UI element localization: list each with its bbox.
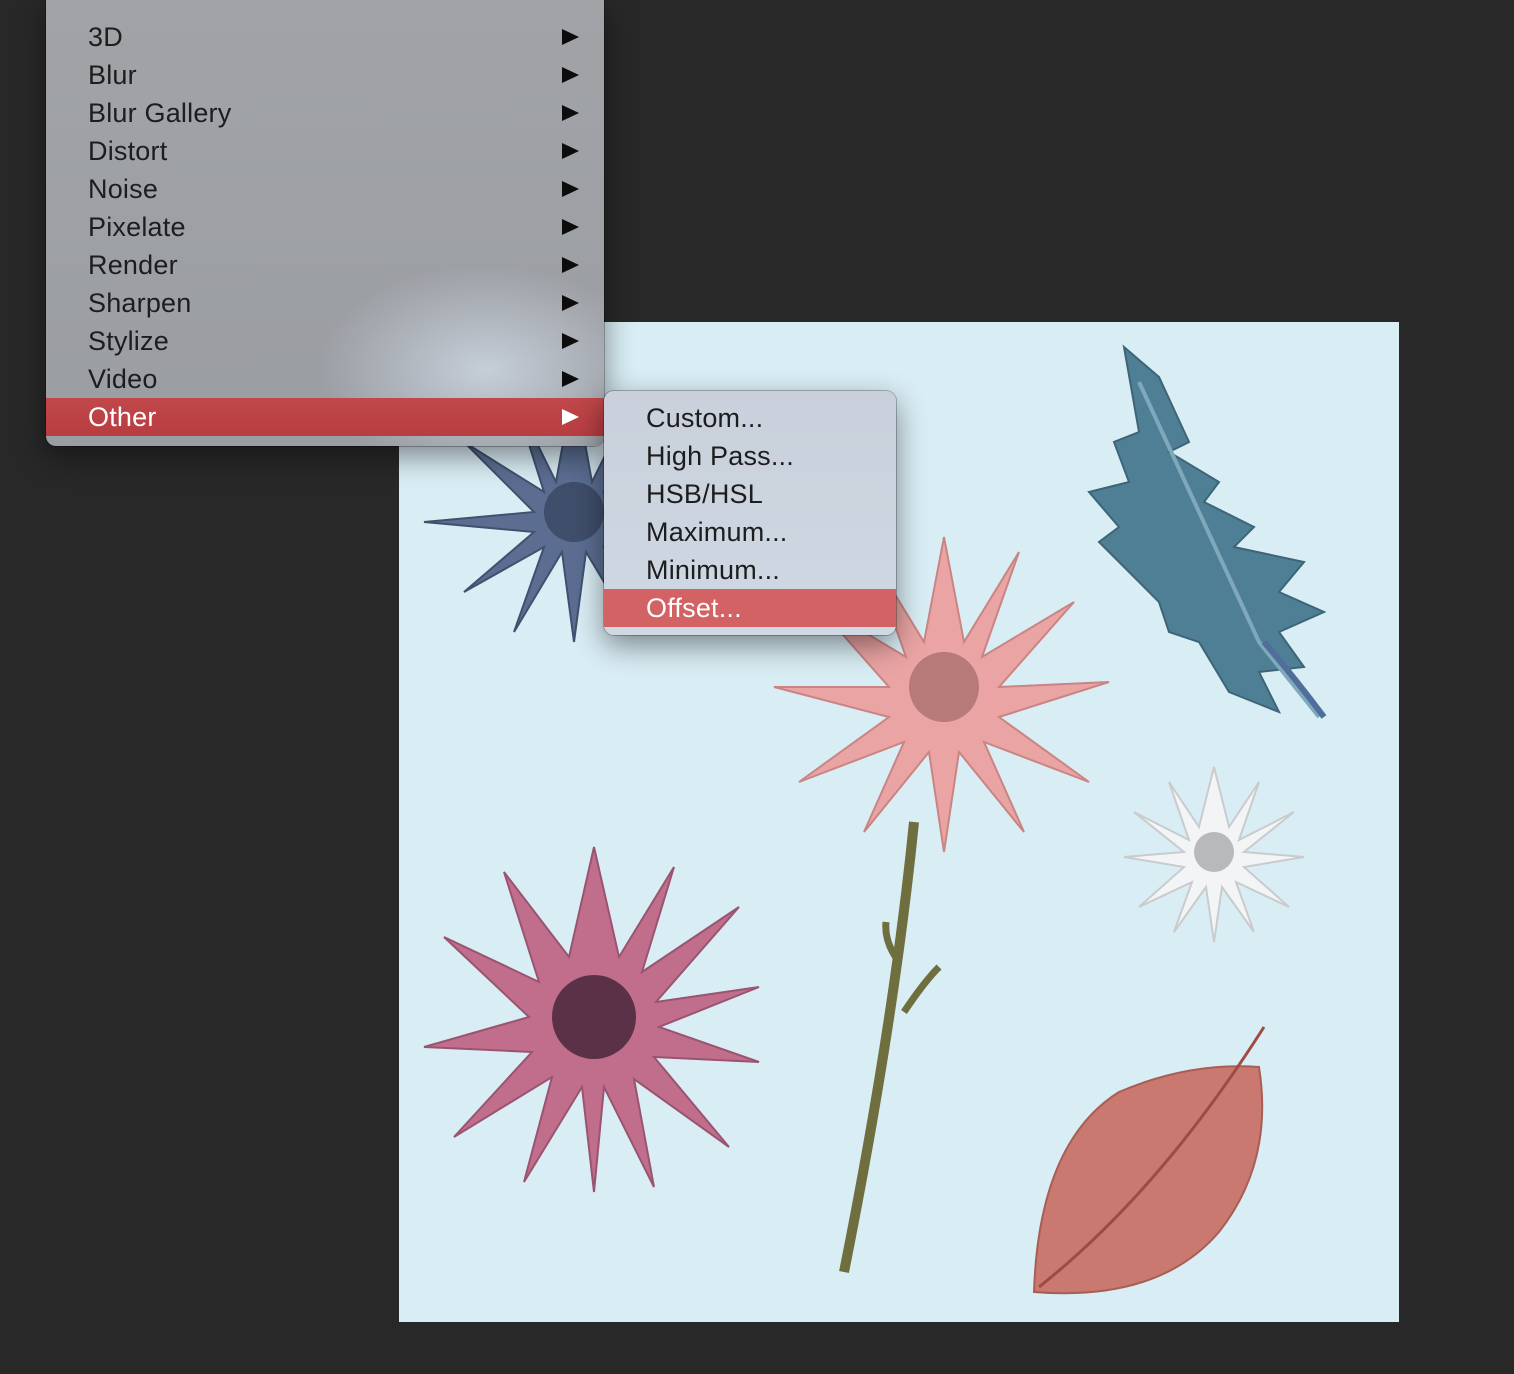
teal-leaf <box>1087 344 1327 719</box>
submenu-item-maximum[interactable]: Maximum... <box>604 513 896 551</box>
submenu-arrow-icon <box>562 132 580 170</box>
submenu-arrow-icon <box>562 246 580 284</box>
menu-item-3d[interactable]: 3D <box>46 18 604 56</box>
submenu-arrow-icon <box>562 18 580 56</box>
menu-item-blur[interactable]: Blur <box>46 56 604 94</box>
document-canvas[interactable] <box>399 322 1399 1322</box>
artwork-image <box>423 344 1327 1295</box>
white-daisy <box>1123 766 1305 943</box>
menu-item-render[interactable]: Render <box>46 246 604 284</box>
menu-item-distort[interactable]: Distort <box>46 132 604 170</box>
magenta-daisy <box>423 846 760 1193</box>
submenu-arrow-icon <box>562 208 580 246</box>
filter-menu: 3D Blur Blur Gallery Distort Noise Pixel… <box>46 0 604 446</box>
submenu-arrow-icon <box>562 398 580 436</box>
submenu-arrow-icon <box>562 360 580 398</box>
menu-item-sharpen[interactable]: Sharpen <box>46 284 604 322</box>
menu-item-noise[interactable]: Noise <box>46 170 604 208</box>
submenu-item-custom[interactable]: Custom... <box>604 399 896 437</box>
pink-chrysanthemum <box>773 536 1110 1273</box>
menu-item-other[interactable]: Other <box>46 398 604 436</box>
submenu-arrow-icon <box>562 56 580 94</box>
submenu-arrow-icon <box>562 284 580 322</box>
submenu-arrow-icon <box>562 170 580 208</box>
submenu-arrow-icon <box>562 94 580 132</box>
menu-item-stylize[interactable]: Stylize <box>46 322 604 360</box>
rust-leaf <box>1032 1026 1266 1295</box>
menu-item-pixelate[interactable]: Pixelate <box>46 208 604 246</box>
submenu-item-high-pass[interactable]: High Pass... <box>604 437 896 475</box>
other-submenu: Custom... High Pass... HSB/HSL Maximum..… <box>604 391 896 635</box>
submenu-item-hsb-hsl[interactable]: HSB/HSL <box>604 475 896 513</box>
submenu-item-offset[interactable]: Offset... <box>604 589 896 627</box>
menu-item-blur-gallery[interactable]: Blur Gallery <box>46 94 604 132</box>
submenu-arrow-icon <box>562 322 580 360</box>
menu-item-video[interactable]: Video <box>46 360 604 398</box>
submenu-item-minimum[interactable]: Minimum... <box>604 551 896 589</box>
